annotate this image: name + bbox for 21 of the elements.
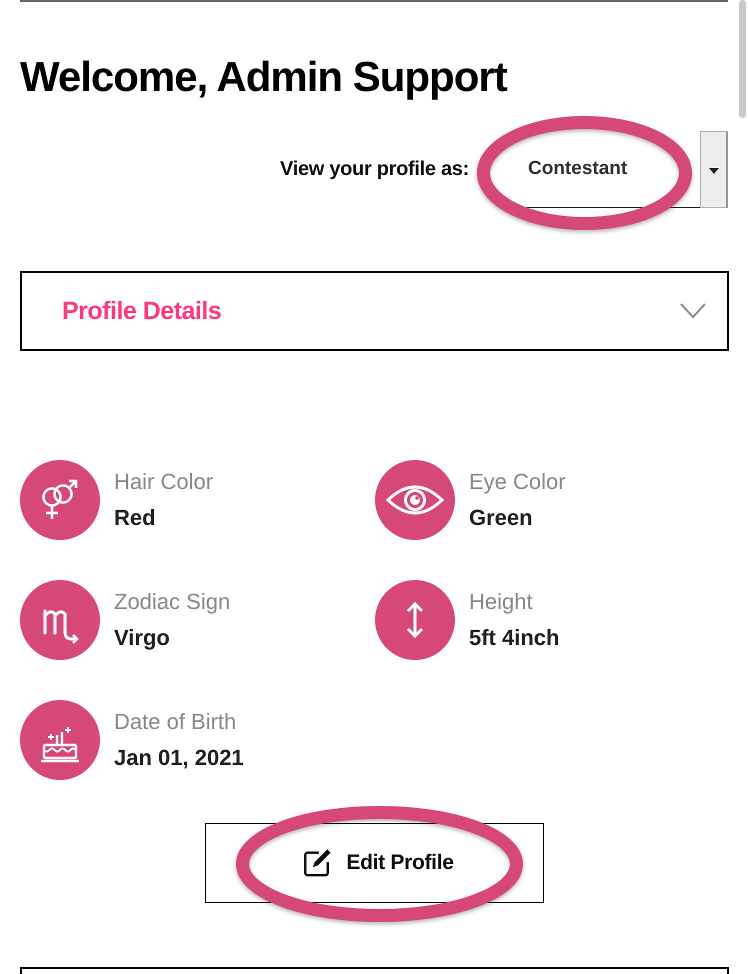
edit-icon [302, 848, 332, 878]
detail-label: Eye Color [469, 468, 566, 496]
view-as-label: View your profile as: [280, 158, 469, 181]
detail-label: Hair Color [114, 468, 214, 496]
profile-view-select[interactable]: Contestant [505, 131, 728, 208]
gender-symbol-icon [20, 460, 100, 540]
caret-icon [700, 131, 728, 208]
detail-value: Green [469, 504, 533, 532]
detail-value: Red [114, 504, 156, 532]
detail-value: Virgo [114, 624, 170, 652]
welcome-heading: Welcome, Admin Support [20, 52, 507, 102]
detail-value: Jan 01, 2021 [114, 744, 244, 772]
detail-label: Height [469, 588, 533, 616]
eye-icon [375, 460, 455, 540]
birthday-cake-icon [20, 700, 100, 780]
detail-label: Date of Birth [114, 708, 236, 736]
zodiac-sign-icon [20, 580, 100, 660]
detail-value: 5ft 4inch [469, 624, 560, 652]
scrollbar[interactable] [739, 0, 746, 118]
detail-label: Zodiac Sign [114, 588, 230, 616]
chevron-down-icon [680, 303, 706, 319]
